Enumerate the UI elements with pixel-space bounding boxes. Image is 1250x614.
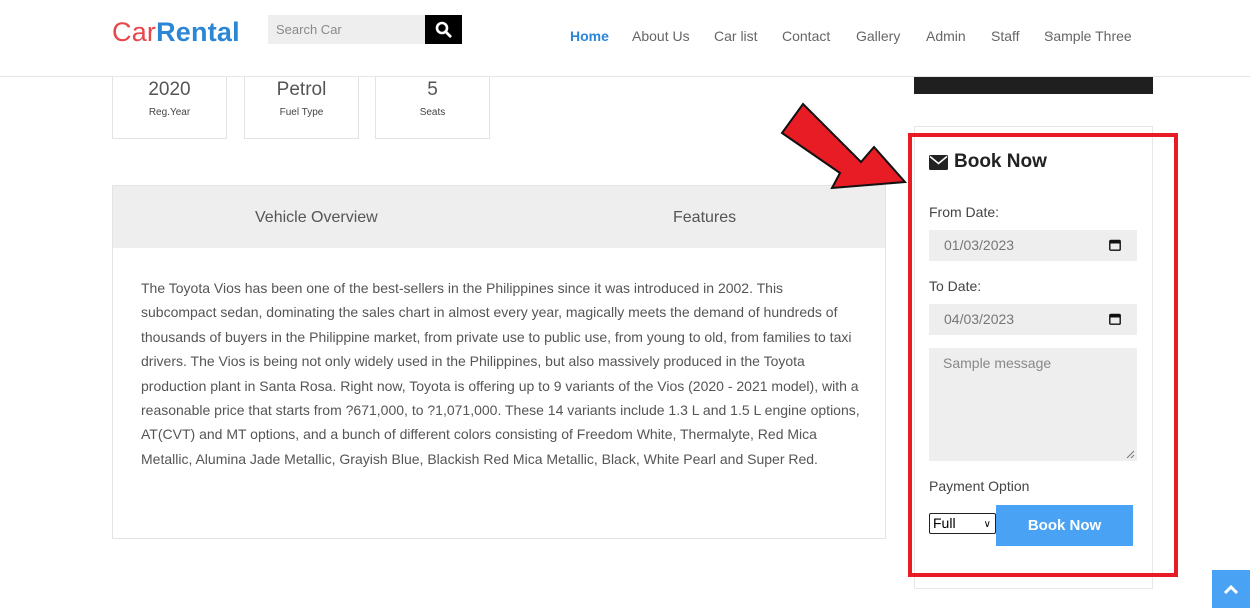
from-date-input[interactable]: 01/03/2023: [929, 230, 1137, 261]
to-date-value: 04/03/2023: [944, 311, 1015, 327]
stat-value: 2020: [148, 79, 191, 100]
nav-item-contact[interactable]: Contact: [782, 28, 830, 44]
vehicle-info-panel: Vehicle Overview Features The Toyota Vio…: [112, 185, 886, 539]
tab-bar: Vehicle Overview Features: [113, 186, 885, 248]
brand-logo[interactable]: CarRental: [112, 17, 240, 48]
sidebar-dark-strip: [914, 77, 1153, 94]
nav-item-home[interactable]: Home: [570, 28, 609, 44]
stat-label: Fuel Type: [279, 107, 324, 118]
back-to-top-button[interactable]: [1212, 570, 1250, 608]
search-icon: [435, 21, 452, 38]
stat-label: Reg.Year: [148, 107, 191, 118]
tab-features[interactable]: Features: [673, 209, 736, 227]
payment-option-label: Payment Option: [929, 478, 1030, 494]
nav-item-admin[interactable]: Admin: [926, 28, 966, 44]
nav-item-about-us[interactable]: About Us: [632, 28, 690, 44]
tab-vehicle-overview[interactable]: Vehicle Overview: [255, 209, 378, 227]
from-date-label: From Date:: [929, 204, 1000, 220]
site-header: CarRental Home About Us Car list Contact…: [0, 0, 1250, 77]
stat-value: Petrol: [276, 79, 327, 100]
chevron-down-icon: ∨: [983, 519, 991, 530]
to-date-label: To Date:: [929, 278, 982, 294]
booking-title: Book Now: [929, 151, 1047, 173]
search-button[interactable]: [425, 15, 462, 44]
stat-fuel-type: Petrol Fuel Type: [244, 77, 359, 139]
vehicle-description: The Toyota Vios has been one of the best…: [141, 280, 860, 467]
calendar-icon[interactable]: [1109, 239, 1121, 251]
stat-seats: 5 Seats: [375, 77, 490, 139]
resize-handle-icon[interactable]: [1126, 450, 1135, 459]
nav-item-gallery[interactable]: Gallery: [856, 28, 900, 44]
chevron-up-icon: [1223, 584, 1239, 595]
stat-value: 5: [427, 79, 438, 100]
calendar-icon[interactable]: [1109, 313, 1121, 325]
booking-title-text: Book Now: [954, 151, 1047, 172]
payment-option-select[interactable]: Full ∨: [929, 513, 996, 534]
from-date-value: 01/03/2023: [944, 237, 1015, 253]
to-date-input[interactable]: 04/03/2023: [929, 304, 1137, 335]
stat-label: Seats: [419, 107, 446, 118]
search-input[interactable]: [268, 15, 425, 44]
payment-option-value: Full: [933, 515, 956, 531]
nav-item-car-list[interactable]: Car list: [714, 28, 758, 44]
brand-logo-part1: Car: [112, 17, 157, 47]
message-textarea[interactable]: [929, 348, 1137, 461]
nav-item-sample-three-label: Sample Three: [1044, 28, 1132, 44]
book-now-button[interactable]: Book Now: [996, 505, 1133, 546]
nav-item-staff[interactable]: Staff: [991, 28, 1020, 44]
stat-reg-year: 2020 Reg.Year: [112, 77, 227, 139]
search-bar: [268, 15, 462, 44]
brand-logo-part2: Rental: [156, 17, 240, 47]
chevron-down-icon: ⌄: [1047, 28, 1056, 39]
envelope-icon: [929, 154, 948, 170]
